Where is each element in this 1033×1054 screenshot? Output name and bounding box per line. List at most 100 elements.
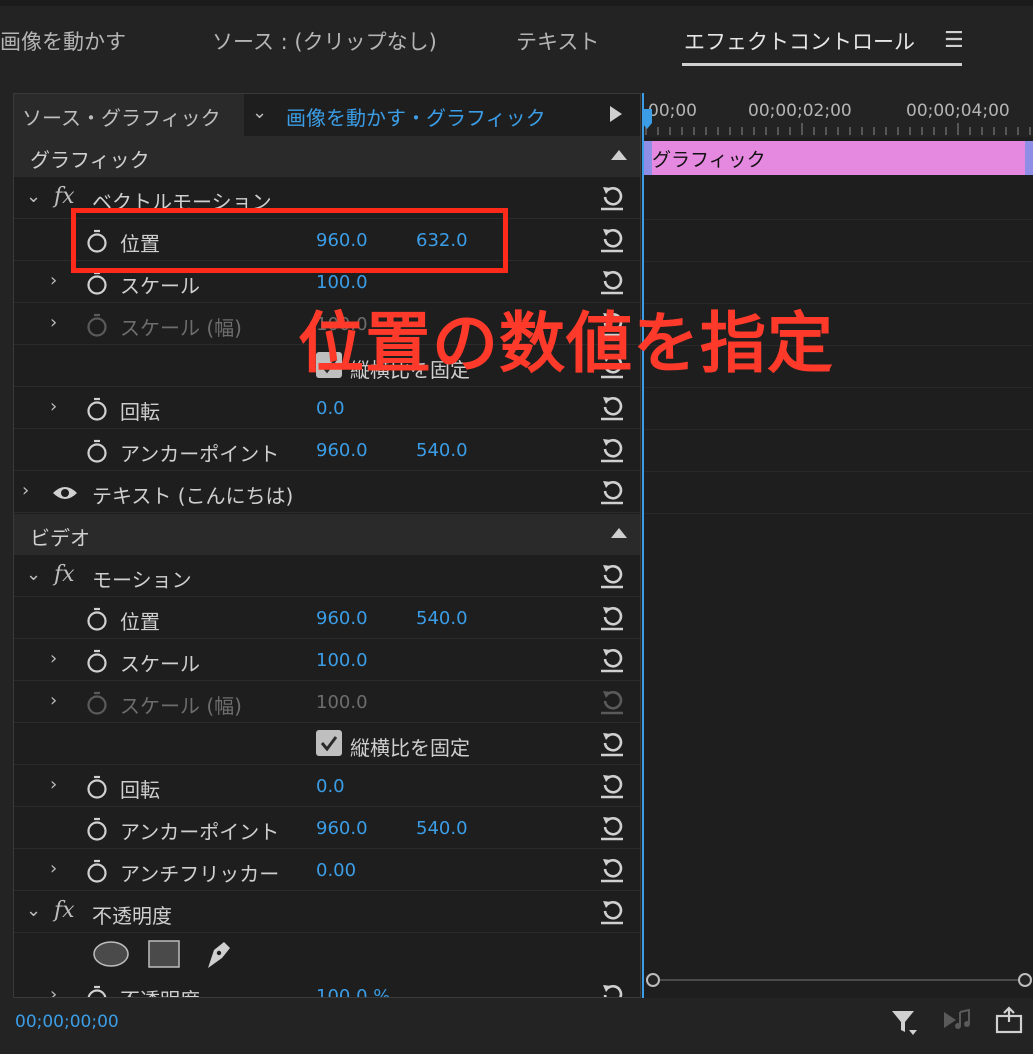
eye-icon[interactable]: [52, 484, 78, 502]
collapse-triangle-icon[interactable]: [611, 528, 627, 538]
playhead-line[interactable]: [642, 93, 644, 998]
reset-icon[interactable]: [599, 813, 625, 841]
stopwatch-icon[interactable]: [86, 817, 108, 841]
chevron-right-icon[interactable]: ›: [50, 984, 57, 997]
ruler-tick-label: 00;00: [648, 101, 697, 121]
reset-icon-disabled: [601, 691, 623, 715]
reset-icon[interactable]: [599, 897, 625, 925]
play-triangle-icon[interactable]: [610, 106, 622, 122]
effect-title: テキスト (こんにちは): [92, 484, 294, 508]
clip-in-handle[interactable]: [644, 141, 652, 175]
chevron-right-icon[interactable]: ›: [50, 858, 57, 879]
section-video[interactable]: ビデオ: [14, 514, 640, 555]
clip-selector[interactable]: ⌄ 画像を動かす・グラフィック: [244, 94, 640, 136]
effect-opacity[interactable]: ⌄ fx 不透明度: [14, 892, 640, 933]
tab-text[interactable]: テキスト: [516, 26, 599, 56]
property-anti-flicker: › アンチフリッカー 0.00: [14, 850, 640, 891]
property-position: 位置 960.0 540.0: [14, 598, 640, 639]
chevron-right-icon[interactable]: ›: [50, 774, 57, 795]
chevron-down-icon[interactable]: ⌄: [252, 102, 267, 123]
stopwatch-icon[interactable]: [86, 271, 108, 295]
chevron-right-icon[interactable]: ›: [50, 648, 57, 669]
chevron-down-icon[interactable]: ⌄: [26, 186, 41, 207]
current-timecode[interactable]: 00;00;00;00: [15, 1012, 119, 1032]
stopwatch-icon[interactable]: [86, 649, 108, 673]
stopwatch-icon[interactable]: [86, 775, 108, 799]
zoom-scrollbar[interactable]: [646, 973, 1032, 987]
ellipse-mask-icon[interactable]: [92, 940, 130, 968]
clip-selector-label[interactable]: 画像を動かす・グラフィック: [286, 102, 546, 131]
stopwatch-icon[interactable]: [86, 397, 108, 421]
reset-icon[interactable]: [599, 855, 625, 883]
filter-icon[interactable]: [890, 1008, 918, 1036]
anti-flicker-value[interactable]: 0.00: [316, 860, 356, 881]
reset-icon[interactable]: [599, 981, 625, 998]
property-uniform-scale: 縦横比を固定: [14, 724, 640, 765]
uniform-scale-label: 縦横比を固定: [350, 736, 470, 760]
source-bar: ソース・グラフィック ⌄ 画像を動かす・グラフィック: [14, 94, 640, 136]
rotation-value[interactable]: 0.0: [316, 776, 345, 797]
fx-icon[interactable]: fx: [54, 898, 75, 923]
track-divider: [642, 429, 1033, 430]
reset-icon[interactable]: [599, 729, 625, 757]
rectangle-mask-icon[interactable]: [148, 940, 180, 968]
reset-icon[interactable]: [599, 183, 625, 211]
chevron-right-icon[interactable]: ›: [50, 690, 57, 711]
stopwatch-icon[interactable]: [86, 985, 108, 998]
mask-tools: [14, 934, 640, 975]
ruler-ticks: [645, 123, 1031, 135]
clip-out-handle[interactable]: [1025, 141, 1033, 175]
chevron-right-icon[interactable]: ›: [50, 396, 57, 417]
tab-image-move[interactable]: 画像を動かす: [0, 26, 126, 56]
ruler-tick-label: 00;00;02;00: [748, 101, 852, 121]
ruler-tick-label: 00;00;04;00: [906, 101, 1010, 121]
tab-source[interactable]: ソース : (クリップなし): [212, 26, 437, 56]
anchor-x-value[interactable]: 960.0: [316, 440, 368, 461]
active-tab-underline: [682, 63, 962, 66]
collapse-triangle-icon[interactable]: [611, 150, 627, 160]
stopwatch-icon[interactable]: [86, 439, 108, 463]
property-label: 位置: [120, 610, 160, 634]
stopwatch-icon[interactable]: [86, 859, 108, 883]
stopwatch-icon[interactable]: [86, 607, 108, 631]
effect-text-layer[interactable]: › テキスト (こんにちは): [14, 472, 640, 513]
reset-icon[interactable]: [599, 771, 625, 799]
reset-icon[interactable]: [599, 603, 625, 631]
reset-icon[interactable]: [599, 435, 625, 463]
fx-icon[interactable]: fx: [54, 562, 75, 587]
panel-menu-icon[interactable]: ☰: [944, 28, 964, 53]
reset-icon[interactable]: [599, 561, 625, 589]
chevron-right-icon[interactable]: ›: [50, 270, 57, 291]
reset-icon[interactable]: [599, 477, 625, 505]
fx-icon[interactable]: fx: [54, 184, 75, 209]
uniform-scale-checkbox[interactable]: [316, 730, 342, 756]
reset-icon[interactable]: [599, 225, 625, 253]
zoom-handle-left[interactable]: [646, 973, 660, 987]
tab-effect-controls[interactable]: エフェクトコントロール: [684, 26, 915, 56]
anchor-x-value[interactable]: 960.0: [316, 818, 368, 839]
zoom-handle-right[interactable]: [1018, 973, 1032, 987]
opacity-value[interactable]: 100.0 %: [316, 986, 390, 997]
rotation-value[interactable]: 0.0: [316, 398, 345, 419]
export-icon[interactable]: [994, 1006, 1024, 1034]
effect-motion[interactable]: ⌄ fx モーション: [14, 556, 640, 597]
reset-icon[interactable]: [599, 393, 625, 421]
chevron-down-icon[interactable]: ⌄: [26, 564, 41, 585]
chevron-down-icon[interactable]: ⌄: [26, 900, 41, 921]
anchor-y-value[interactable]: 540.0: [416, 818, 468, 839]
scale-value[interactable]: 100.0: [316, 650, 368, 671]
pen-mask-icon[interactable]: [202, 938, 234, 970]
track-divider: [642, 513, 1033, 514]
audio-play-icon: [944, 1008, 970, 1029]
highlight-box: [71, 208, 508, 273]
position-y-value[interactable]: 540.0: [416, 608, 468, 629]
time-ruler[interactable]: 00;00 00;00;02;00 00;00;04;00: [642, 93, 1033, 137]
chevron-right-icon[interactable]: ›: [22, 480, 29, 501]
chevron-right-icon[interactable]: ›: [50, 312, 57, 333]
reset-icon[interactable]: [599, 645, 625, 673]
timeline-clip[interactable]: グラフィック: [644, 141, 1033, 175]
position-x-value[interactable]: 960.0: [316, 608, 368, 629]
effect-title: モーション: [92, 568, 192, 592]
section-graphic[interactable]: グラフィック: [14, 136, 640, 177]
anchor-y-value[interactable]: 540.0: [416, 440, 468, 461]
